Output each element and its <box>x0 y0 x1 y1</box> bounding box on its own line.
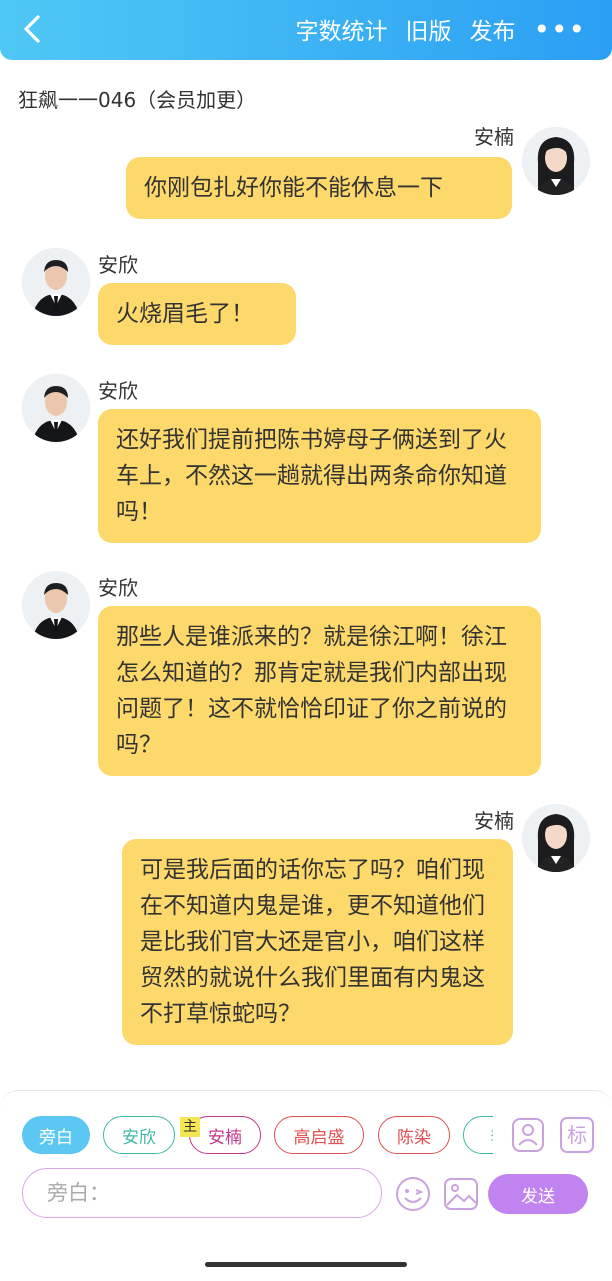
speaker-name: 安楠 <box>474 125 514 149</box>
chevron-left-icon[interactable] <box>18 14 48 44</box>
role-chip-clip: 李 <box>463 1116 493 1154</box>
narration-input[interactable]: 旁白： <box>22 1168 382 1218</box>
role-chip-anxin[interactable]: 安欣 <box>103 1116 175 1154</box>
role-chip-gaoqisheng[interactable]: 高启盛 <box>274 1116 364 1154</box>
image-icon[interactable] <box>442 1175 480 1213</box>
speaker-name: 安欣 <box>98 576 138 600</box>
message-bubble[interactable]: 还好我们提前把陈书婷母子俩送到了火车上，不然这一趟就得出两条命你知道吗！ <box>98 409 541 543</box>
message-bubble[interactable]: 可是我后面的话你忘了吗？咱们现在不知道内鬼是谁，更不知道他们是比我们官大还是官小… <box>122 839 513 1045</box>
send-button[interactable]: 发送 <box>488 1174 588 1214</box>
emoji-icon[interactable] <box>394 1175 432 1213</box>
role-chip-chenran[interactable]: 陈染 <box>378 1116 450 1154</box>
home-indicator <box>205 1262 407 1267</box>
main-role-badge: 主 <box>180 1117 200 1137</box>
avatar-anxin[interactable] <box>22 571 90 639</box>
avatar-annan[interactable] <box>522 127 590 195</box>
speaker-name: 安欣 <box>98 379 138 403</box>
message-bubble[interactable]: 你刚包扎好你能不能休息一下 <box>126 157 512 219</box>
speaker-name: 安楠 <box>474 809 514 833</box>
tag-icon[interactable]: 标 <box>560 1117 594 1153</box>
speaker-name: 安欣 <box>98 253 138 277</box>
more-options-icon[interactable]: ••• <box>533 13 586 46</box>
top-bar: 字数统计 旧版 发布 ••• <box>0 0 612 60</box>
chat-area[interactable]: 安楠 你刚包扎好你能不能休息一下 安欣 火烧眉毛了！ 安欣 还好我们提前把陈书婷… <box>0 125 612 1090</box>
message-bubble[interactable]: 火烧眉毛了！ <box>98 283 296 345</box>
role-chip-li[interactable]: 李 <box>463 1116 493 1154</box>
publish-button[interactable]: 发布 <box>469 12 515 46</box>
old-version-button[interactable]: 旧版 <box>405 12 451 46</box>
role-chip-narration[interactable]: 旁白 <box>22 1116 90 1154</box>
message-bubble[interactable]: 那些人是谁派来的？就是徐江啊！徐江怎么知道的？那肯定就是我们内部出现问题了！这不… <box>98 606 541 776</box>
word-count-button[interactable]: 字数统计 <box>295 12 387 46</box>
person-card-icon[interactable] <box>511 1117 545 1153</box>
avatar-anxin[interactable] <box>22 248 90 316</box>
avatar-annan[interactable] <box>522 804 590 872</box>
avatar-anxin[interactable] <box>22 374 90 442</box>
story-title: 狂飙一一046（会员加更） <box>18 88 257 112</box>
